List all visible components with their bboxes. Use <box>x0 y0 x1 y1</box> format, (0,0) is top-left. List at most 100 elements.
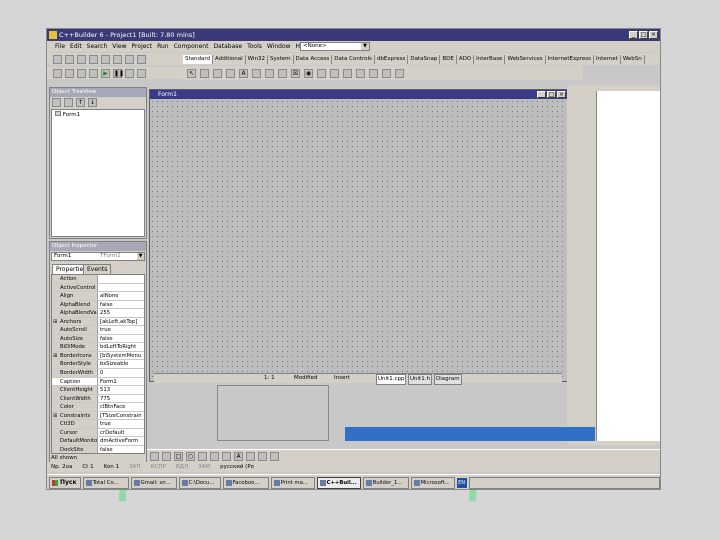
minimize-button[interactable]: _ <box>629 31 638 39</box>
label-icon[interactable]: A <box>239 68 248 78</box>
tab-unit1-h[interactable]: Unit1.h <box>408 374 432 385</box>
minimize-button[interactable]: _ <box>537 91 546 98</box>
groupbox-icon[interactable] <box>356 68 365 78</box>
close-button[interactable]: × <box>557 91 566 98</box>
form-designer[interactable]: Form1 _ □ × <box>149 89 569 382</box>
task-microsoft[interactable]: Microsoft... <box>410 476 455 489</box>
tab-events[interactable]: Events <box>83 264 112 274</box>
property-row[interactable]: BiDiMode bdLeftToRight <box>52 343 144 352</box>
property-row[interactable]: ⊞ Constraints [TSizeConstrain <box>52 411 144 421</box>
property-value[interactable]: Form1 <box>98 377 144 386</box>
view-form-icon[interactable] <box>65 68 74 78</box>
edit-icon[interactable] <box>252 68 261 78</box>
shadow-icon[interactable] <box>258 451 267 461</box>
expand-icon[interactable]: ⊞ <box>53 318 57 326</box>
arrow-icon[interactable] <box>150 451 159 461</box>
tab-websnap[interactable]: WebSn <box>621 54 645 64</box>
task-documents[interactable]: C:\Docu... <box>178 476 221 489</box>
menu-component[interactable]: Component <box>174 43 209 50</box>
rect-icon[interactable]: □ <box>174 451 183 461</box>
task-facebook[interactable]: Faceboo... <box>222 476 269 489</box>
tab-internetexpress[interactable]: InternetExpress <box>546 54 594 64</box>
property-row[interactable]: Color clBtnFace <box>52 403 144 412</box>
3d-icon[interactable] <box>270 451 279 461</box>
property-row[interactable]: ClientHeight 513 <box>52 386 144 395</box>
property-row[interactable]: DockSite false <box>52 445 144 453</box>
tab-dbexpress[interactable]: dbExpress <box>375 54 409 64</box>
property-row[interactable]: Align alNone <box>52 292 144 301</box>
language-indicator[interactable]: EN <box>456 477 467 488</box>
actionlist-icon[interactable] <box>395 68 404 78</box>
property-row[interactable]: ⊞ Anchors [akLeft,akTop] <box>52 317 144 327</box>
maximize-button[interactable]: □ <box>547 91 556 98</box>
property-row[interactable]: AutoScroll true <box>52 326 144 335</box>
menu-file[interactable]: File <box>55 43 65 50</box>
toggle-icon[interactable] <box>77 68 86 78</box>
panel-icon[interactable] <box>382 68 391 78</box>
property-value[interactable]: false <box>98 445 144 453</box>
view-unit-icon[interactable] <box>53 68 62 78</box>
property-value[interactable]: 0 <box>98 369 144 377</box>
run-icon[interactable]: ▶ <box>101 68 110 78</box>
open-icon[interactable] <box>65 54 74 64</box>
tab-unit1-cpp[interactable]: Unit1.cpp <box>376 374 407 385</box>
property-row[interactable]: ClientWidth 775 <box>52 394 144 404</box>
tab-diagram[interactable]: Diagram <box>434 374 462 385</box>
radiobutton-icon[interactable]: ◉ <box>304 68 313 78</box>
property-row[interactable]: BorderStyle bsSizeable <box>52 360 144 370</box>
menu-edit[interactable]: Edit <box>70 43 82 50</box>
tab-interbase[interactable]: InterBase <box>474 54 506 64</box>
chevron-down-icon[interactable]: ▼ <box>361 43 369 50</box>
radiogroup-icon[interactable] <box>369 68 378 78</box>
property-value[interactable] <box>98 283 144 292</box>
pointer-icon[interactable]: ↖ <box>187 68 196 78</box>
task-print[interactable]: Print ma... <box>270 476 315 489</box>
desktop-combo[interactable]: <None> ▼ <box>300 42 370 51</box>
trace-into-icon[interactable] <box>125 68 134 78</box>
property-row[interactable]: ⊞ BorderIcons [biSystemMenu <box>52 351 144 361</box>
property-row[interactable]: ActiveControl <box>52 283 144 293</box>
property-value[interactable]: false <box>98 300 144 309</box>
expand-icon[interactable]: ⊞ <box>53 412 57 420</box>
checkbox-icon[interactable]: ☒ <box>291 68 300 78</box>
delete-item-icon[interactable] <box>64 98 73 107</box>
tab-datasnap[interactable]: DataSnap <box>408 54 441 64</box>
tab-additional[interactable]: Additional <box>213 54 246 64</box>
menu-project[interactable]: Project <box>132 43 153 50</box>
save-icon[interactable] <box>77 54 86 64</box>
textbox-icon[interactable] <box>198 451 207 461</box>
property-value[interactable]: 513 <box>98 386 144 394</box>
tab-win32[interactable]: Win32 <box>246 54 268 64</box>
property-value[interactable]: crDefault <box>98 428 144 437</box>
combobox-icon[interactable] <box>330 68 339 78</box>
new-item-icon[interactable] <box>52 98 61 107</box>
tab-bde[interactable]: BDE <box>440 54 457 64</box>
menu-view[interactable]: View <box>112 43 126 50</box>
mainmenu-icon[interactable] <box>213 68 222 78</box>
task-cppbuilder[interactable]: C++Buil... <box>316 476 361 489</box>
property-row[interactable]: Ctl3D true <box>52 420 144 429</box>
tab-webservices[interactable]: WebServices <box>505 54 546 64</box>
property-row[interactable]: DefaultMonitor dmActiveForm <box>52 437 144 446</box>
property-value[interactable]: true <box>98 420 144 428</box>
property-value[interactable]: clBtnFace <box>98 403 144 411</box>
tab-data-controls[interactable]: Data Controls <box>332 54 375 64</box>
open-project-icon[interactable] <box>101 54 110 64</box>
tab-system[interactable]: System <box>268 54 294 64</box>
property-value[interactable]: false <box>98 334 144 343</box>
property-row[interactable]: Action <box>52 275 144 284</box>
tab-internet[interactable]: Internet <box>594 54 621 64</box>
start-button[interactable]: Пуск <box>49 476 81 489</box>
tree-item[interactable]: Form1 <box>52 110 144 119</box>
ellipse-icon[interactable]: ○ <box>186 451 195 461</box>
property-row[interactable]: Caption Form1 <box>52 377 144 387</box>
menu-database[interactable]: Database <box>213 43 242 50</box>
task-gmail[interactable]: Gmail: sn... <box>130 476 177 489</box>
task-builder-doc[interactable]: Builder_1... <box>362 476 409 489</box>
save-all-icon[interactable] <box>89 54 98 64</box>
property-value[interactable]: bdLeftToRight <box>98 343 144 351</box>
task-total-commander[interactable]: Total Co... <box>82 476 129 489</box>
close-button[interactable]: × <box>649 31 658 39</box>
line-icon[interactable] <box>162 451 171 461</box>
property-value[interactable]: dmActiveForm <box>98 437 144 445</box>
